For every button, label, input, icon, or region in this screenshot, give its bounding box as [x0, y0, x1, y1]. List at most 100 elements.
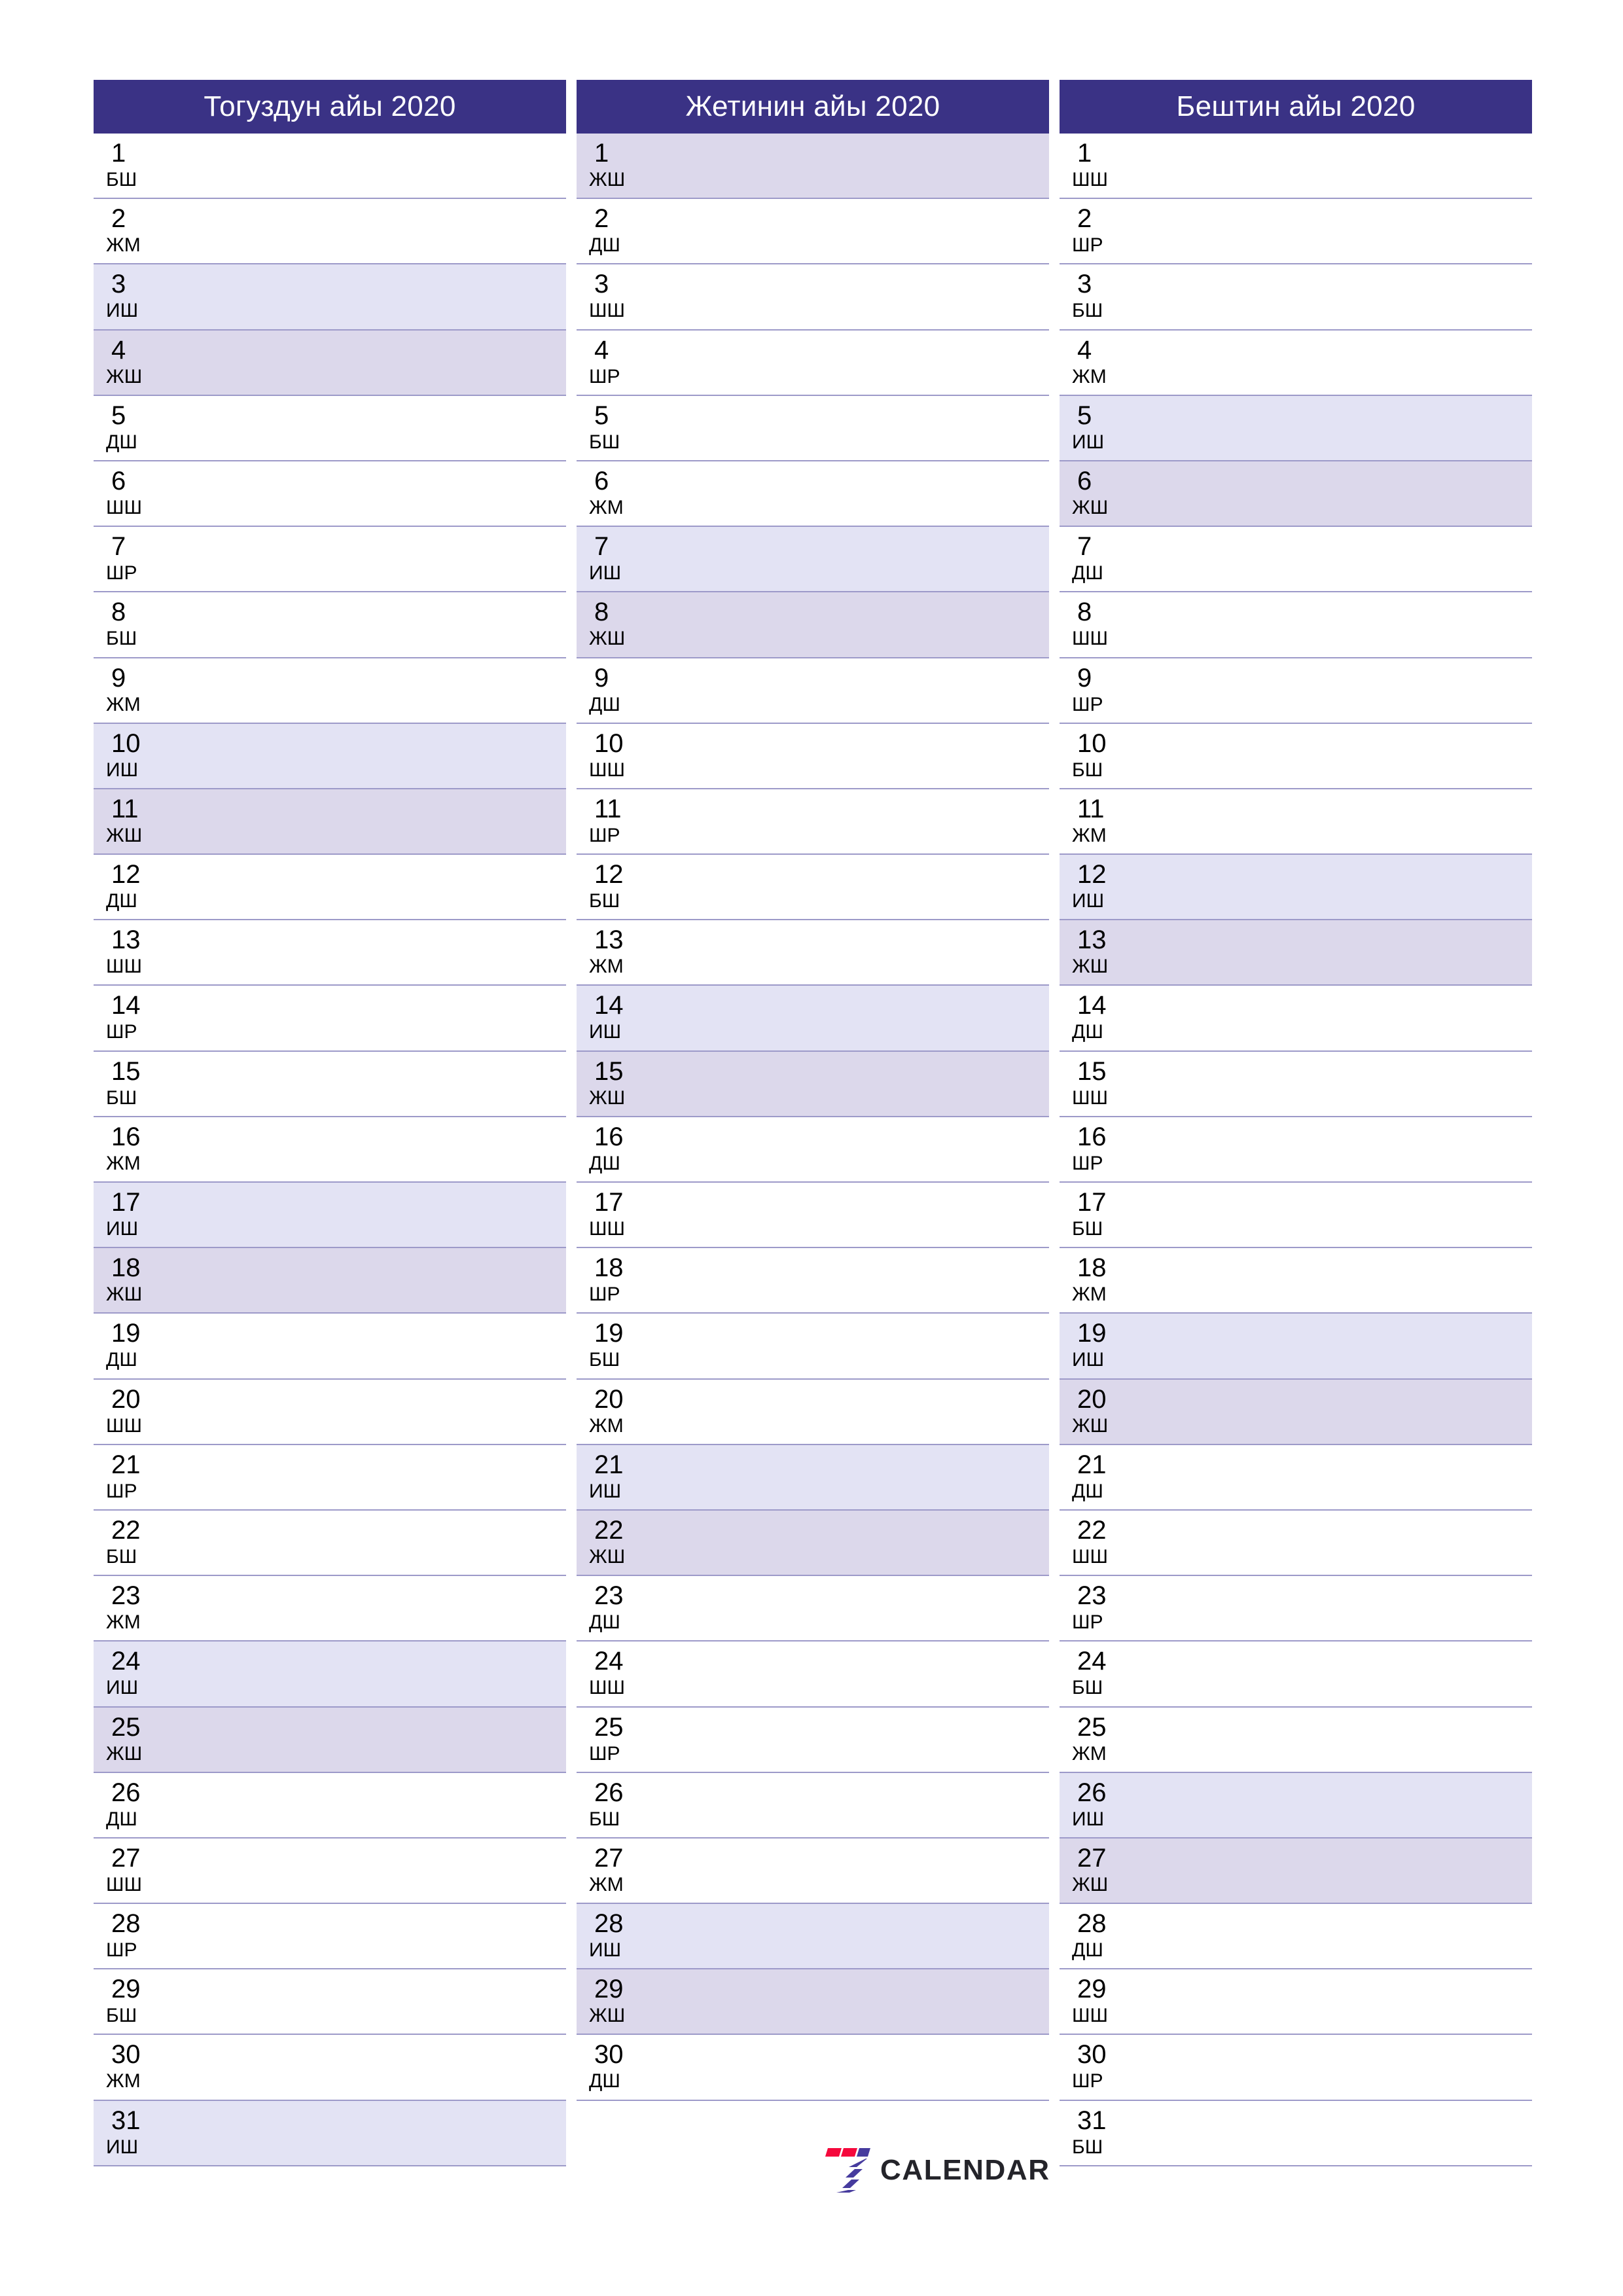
day-row[interactable]: 15 ШШ — [1060, 1051, 1532, 1117]
day-row[interactable]: 20 ЖШ — [1060, 1379, 1532, 1445]
day-row[interactable]: 3 ШШ — [577, 264, 1049, 331]
day-row[interactable]: 11 ЖШ — [94, 789, 566, 855]
day-row[interactable]: 28 ИШ — [577, 1904, 1049, 1970]
day-row[interactable]: 15 ЖШ — [577, 1051, 1049, 1117]
day-row[interactable]: 18 ШР — [577, 1248, 1049, 1314]
day-row[interactable]: 12 ДШ — [94, 855, 566, 921]
day-row[interactable]: 14 ШР — [94, 986, 566, 1052]
day-row[interactable]: 24 ИШ — [94, 1641, 566, 1708]
day-row[interactable]: 20 ШШ — [94, 1379, 566, 1445]
weekday-abbrev: ИШ — [106, 2136, 139, 2158]
day-row[interactable]: 8 БШ — [94, 592, 566, 658]
day-row[interactable]: 25 ЖМ — [1060, 1707, 1532, 1773]
day-row[interactable]: 1 ЖШ — [577, 134, 1049, 200]
day-row[interactable]: 2 ДШ — [577, 199, 1049, 265]
day-row[interactable]: 3 БШ — [1060, 264, 1532, 331]
day-row[interactable]: 29 БШ — [94, 1969, 566, 2036]
day-row[interactable]: 24 БШ — [1060, 1641, 1532, 1708]
day-number: 27 — [1077, 1843, 1107, 1873]
day-row[interactable]: 20 ЖМ — [577, 1379, 1049, 1445]
day-row[interactable]: 11 ШР — [577, 789, 1049, 855]
day-row[interactable]: 28 ДШ — [1060, 1904, 1532, 1970]
day-row[interactable]: 24 ШШ — [577, 1641, 1049, 1708]
day-row[interactable]: 3 ИШ — [94, 264, 566, 331]
day-row[interactable]: 23 ШР — [1060, 1576, 1532, 1642]
day-row[interactable]: 14 ИШ — [577, 986, 1049, 1052]
day-row[interactable]: 30 ШР — [1060, 2035, 1532, 2101]
day-row[interactable]: 6 ЖМ — [577, 461, 1049, 528]
day-row[interactable]: 23 ДШ — [577, 1576, 1049, 1642]
day-row[interactable]: 27 ШШ — [94, 1838, 566, 1905]
day-row[interactable]: 31 ИШ — [94, 2100, 566, 2166]
day-row[interactable]: 12 ИШ — [1060, 855, 1532, 921]
day-row[interactable]: 8 ЖШ — [577, 592, 1049, 658]
day-row[interactable]: 16 ШР — [1060, 1117, 1532, 1183]
day-row[interactable]: 18 ЖМ — [1060, 1248, 1532, 1314]
day-row[interactable]: 30 ДШ — [577, 2035, 1049, 2101]
day-row[interactable]: 11 ЖМ — [1060, 789, 1532, 855]
day-row[interactable]: 4 ЖШ — [94, 330, 566, 396]
day-row[interactable]: 16 ЖМ — [94, 1117, 566, 1183]
day-number: 11 — [111, 794, 139, 823]
day-row[interactable]: 16 ДШ — [577, 1117, 1049, 1183]
day-row[interactable]: 2 ШР — [1060, 199, 1532, 265]
day-row[interactable]: 23 ЖМ — [94, 1576, 566, 1642]
day-row[interactable]: 10 ИШ — [94, 723, 566, 789]
day-row[interactable]: 13 ЖШ — [1060, 920, 1532, 986]
day-row[interactable]: 30 ЖМ — [94, 2035, 566, 2101]
day-number: 17 — [594, 1188, 624, 1217]
day-row[interactable]: 10 ШШ — [577, 723, 1049, 789]
day-row[interactable]: 14 ДШ — [1060, 986, 1532, 1052]
day-row[interactable]: 25 ЖШ — [94, 1707, 566, 1773]
day-row[interactable]: 2 ЖМ — [94, 199, 566, 265]
day-row[interactable]: 10 БШ — [1060, 723, 1532, 789]
day-row[interactable]: 1 ШШ — [1060, 134, 1532, 200]
day-row[interactable]: 26 БШ — [577, 1772, 1049, 1839]
day-row[interactable]: 9 ДШ — [577, 658, 1049, 724]
day-row[interactable]: 25 ШР — [577, 1707, 1049, 1773]
day-row[interactable]: 5 БШ — [577, 395, 1049, 461]
day-row[interactable]: 1 БШ — [94, 134, 566, 200]
day-row[interactable]: 18 ЖШ — [94, 1248, 566, 1314]
day-number: 26 — [1077, 1778, 1107, 1807]
day-row[interactable]: 13 ЖМ — [577, 920, 1049, 986]
day-row[interactable]: 21 ИШ — [577, 1444, 1049, 1511]
day-row[interactable]: 5 ИШ — [1060, 395, 1532, 461]
day-row[interactable]: 27 ЖМ — [577, 1838, 1049, 1905]
day-row[interactable]: 22 ШШ — [1060, 1510, 1532, 1577]
day-row[interactable]: 9 ЖМ — [94, 658, 566, 724]
day-row[interactable]: 19 ИШ — [1060, 1314, 1532, 1380]
day-row[interactable]: 17 БШ — [1060, 1183, 1532, 1249]
day-row[interactable]: 13 ШШ — [94, 920, 566, 986]
day-row[interactable]: 27 ЖШ — [1060, 1838, 1532, 1905]
day-row[interactable]: 19 БШ — [577, 1314, 1049, 1380]
day-number: 2 — [594, 204, 609, 234]
day-row[interactable]: 12 БШ — [577, 855, 1049, 921]
day-row[interactable]: 19 ДШ — [94, 1314, 566, 1380]
day-row[interactable]: 17 ШШ — [577, 1183, 1049, 1249]
day-row[interactable]: 21 ШР — [94, 1444, 566, 1511]
day-row[interactable]: 22 БШ — [94, 1510, 566, 1577]
day-row[interactable]: 8 ШШ — [1060, 592, 1532, 658]
day-row[interactable]: 4 ЖМ — [1060, 330, 1532, 396]
day-row[interactable]: 6 ЖШ — [1060, 461, 1532, 528]
day-row[interactable]: 21 ДШ — [1060, 1444, 1532, 1511]
day-row[interactable]: 7 ИШ — [577, 527, 1049, 593]
day-row[interactable]: 7 ДШ — [1060, 527, 1532, 593]
day-row[interactable]: 4 ШР — [577, 330, 1049, 396]
weekday-abbrev: ИШ — [1072, 1808, 1105, 1830]
day-row[interactable]: 29 ЖШ — [577, 1969, 1049, 2036]
day-row[interactable]: 6 ШШ — [94, 461, 566, 528]
day-row[interactable]: 31 БШ — [1060, 2100, 1532, 2166]
day-row[interactable]: 17 ИШ — [94, 1183, 566, 1249]
day-row[interactable]: 15 БШ — [94, 1051, 566, 1117]
day-row[interactable]: 29 ШШ — [1060, 1969, 1532, 2036]
day-number: 12 — [111, 860, 141, 889]
day-row[interactable]: 26 ДШ — [94, 1772, 566, 1839]
day-row[interactable]: 7 ШР — [94, 527, 566, 593]
day-row[interactable]: 22 ЖШ — [577, 1510, 1049, 1577]
day-row[interactable]: 28 ШР — [94, 1904, 566, 1970]
day-row[interactable]: 5 ДШ — [94, 395, 566, 461]
day-row[interactable]: 9 ШР — [1060, 658, 1532, 724]
day-row[interactable]: 26 ИШ — [1060, 1772, 1532, 1839]
